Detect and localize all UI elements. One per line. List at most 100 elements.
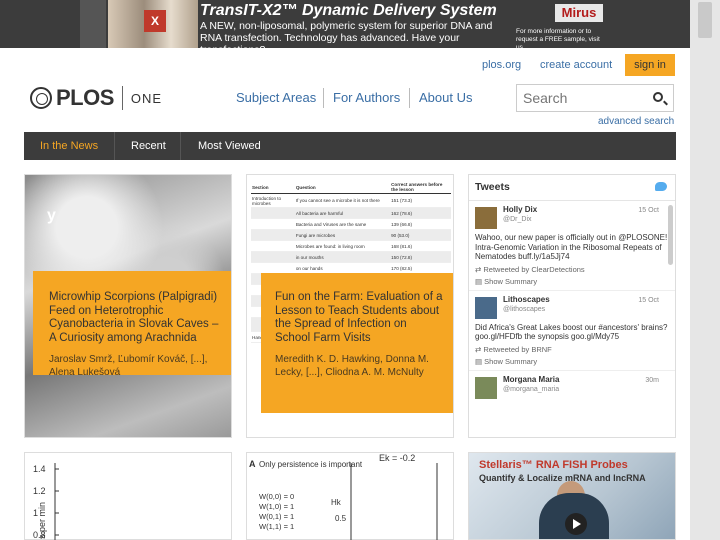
show-summary-label[interactable]: Show Summary <box>484 277 537 286</box>
banner-small-text: For more information or to request a FRE… <box>516 28 600 48</box>
table-row: Bacteria and Viruses are the same 139 (66… <box>251 218 451 230</box>
search-box <box>516 84 674 112</box>
table-cell: Fungi are microbes <box>294 229 391 241</box>
table-cell: Introduction to microbes <box>251 193 295 208</box>
advanced-search-link[interactable]: advanced search <box>598 116 674 127</box>
tweet-author-name[interactable]: Holly Dix <box>503 205 537 214</box>
y-tick-label: 0.5 <box>335 514 347 523</box>
article-tabs: In the News Recent Most Viewed <box>24 132 676 160</box>
plos-globe-icon <box>30 87 52 109</box>
figure-thumbnail: A Only persistence is important W(0,0) =… <box>249 453 438 540</box>
tab-recent[interactable]: Recent <box>131 132 166 160</box>
nav-divider <box>409 88 410 108</box>
tab-in-the-news[interactable]: In the News <box>40 132 98 160</box>
article-summary-box[interactable]: Fun on the Farm: Evaluation of a Lesson … <box>261 273 453 413</box>
table-cell: 168 (81.6) <box>390 240 451 252</box>
equation-line: W(1,1) = 1 <box>259 522 294 531</box>
tweet-author-handle[interactable]: @lithoscapes <box>503 306 545 313</box>
table-cell: If you cannot see a microbe it is not th… <box>294 193 391 208</box>
tweet-author-name[interactable]: Lithoscapes <box>503 295 550 304</box>
banner-x-mark: X <box>144 10 166 32</box>
banner-description: A NEW, non-liposomal, polymeric system f… <box>200 20 493 48</box>
table-cell: in our mouths <box>294 251 391 263</box>
show-summary-link[interactable]: ▤ Show Summary <box>475 277 669 286</box>
nav-for-authors[interactable]: For Authors <box>333 90 400 105</box>
tweet-item[interactable]: Morgana Maria @morgana_maria 30m <box>469 371 675 401</box>
avatar[interactable] <box>475 296 497 319</box>
table-cell: 150 (72.8) <box>390 251 451 263</box>
sign-in-button[interactable]: sign in <box>625 54 675 76</box>
tweets-header: Tweets <box>469 175 675 201</box>
table-cell <box>251 240 295 252</box>
play-icon[interactable] <box>565 513 587 535</box>
tweet-author-handle[interactable]: @Dr_Dix <box>503 216 532 223</box>
plos-org-link[interactable]: plos.org <box>482 59 521 71</box>
ek-label: Ek = -0.2 <box>379 453 415 463</box>
table-row: in our mouths 150 (72.8) <box>251 251 451 263</box>
tab-most-viewed[interactable]: Most Viewed <box>198 132 261 160</box>
tweet-date[interactable]: 15 Oct <box>638 207 659 214</box>
stellaris-ad[interactable]: Stellaris™ RNA FISH Probes Quantify & Lo… <box>468 452 676 540</box>
article-card-microwhip[interactable]: y Microwhip Scorpions (Palpigradi) Feed … <box>24 174 232 438</box>
show-summary-label[interactable]: Show Summary <box>484 357 537 366</box>
logo-journal: ONE <box>130 90 163 106</box>
scrollbar-thumb[interactable] <box>698 2 712 38</box>
tweet-author-handle[interactable]: @morgana_maria <box>503 386 559 393</box>
avatar[interactable] <box>475 207 497 229</box>
article-authors: Jaroslav Smrž, Ľubomír Kováč, [...], Ale… <box>49 354 208 378</box>
figure-heading: Only persistence is important <box>259 460 363 469</box>
table-cell: Microbes are found: in living room <box>294 240 391 252</box>
retweet-label: Retweeted by ClearDetections <box>483 264 585 274</box>
nav-about-us[interactable]: About Us <box>419 90 472 105</box>
table-cell: 170 (82.5) <box>390 262 451 274</box>
avatar[interactable] <box>475 376 497 399</box>
search-icon[interactable] <box>653 92 663 102</box>
tweet-date[interactable]: 30m <box>645 377 659 384</box>
table-row: Microbes are found: in living room 168 (8… <box>251 240 451 252</box>
logo-separator <box>121 86 123 110</box>
chart-thumbnail: 1.41.210.8 s per min <box>33 463 59 540</box>
equation-line: W(0,1) = 1 <box>259 512 294 521</box>
search-input[interactable] <box>517 85 637 111</box>
retweet-info: ⇄ Retweeted by ClearDetections <box>475 265 669 274</box>
summary-icon: ▤ <box>475 356 485 366</box>
logo-word: PLOS <box>56 85 114 110</box>
tweet-item[interactable]: Holly Dix @Dr_Dix 15 Oct Wahoo, our new … <box>469 201 675 291</box>
tweet-item[interactable]: Lithoscapes @lithoscapes 15 Oct Did Afri… <box>469 291 675 371</box>
y-tick-label: 1.4 <box>33 464 46 474</box>
ad-headline: Stellaris™ RNA FISH Probes <box>479 459 628 471</box>
tweet-date[interactable]: 15 Oct <box>638 297 659 304</box>
article-card-farm[interactable]: Section Question Correct answers before th… <box>246 174 454 438</box>
article-title[interactable]: Fun on the Farm: Evaluation of a Lesson … <box>275 291 443 345</box>
article-authors: Meredith K. D. Hawking, Donna M. Lecky, … <box>275 354 429 378</box>
tweets-widget: Tweets Holly Dix @Dr_Dix 15 Oct Wahoo, o… <box>468 174 676 438</box>
summary-icon: ▤ <box>475 276 485 286</box>
plos-one-logo[interactable]: PLOS ONE <box>30 84 162 112</box>
show-summary-link[interactable]: ▤ Show Summary <box>475 357 669 366</box>
article-title[interactable]: Microwhip Scorpions (Palpigradi) Feed on… <box>49 291 219 345</box>
top-links: plos.org create account sign in <box>470 54 675 76</box>
table-cell <box>251 251 295 263</box>
top-banner-ad[interactable]: X TransIT-X2™ Dynamic Delivery System A … <box>0 0 690 48</box>
equation-lines: W(0,0) = 0W(1,0) = 1W(0,1) = 1W(1,1) = 1 <box>259 492 294 531</box>
banner-brand-logo: Mirus <box>555 4 603 22</box>
table-cell <box>251 207 295 219</box>
tweet-author-name[interactable]: Morgana Maria <box>503 375 559 384</box>
create-account-link[interactable]: create account <box>540 59 612 71</box>
panel-label: A <box>249 459 256 469</box>
article-card-chart[interactable]: 1.4 1.2 1 0.8 s per min <box>24 452 232 540</box>
table-cell <box>251 262 295 274</box>
nav-subject-areas[interactable]: Subject Areas <box>236 90 316 105</box>
article-card-figure[interactable]: A Only persistence is important W(0,0) =… <box>246 452 454 540</box>
vertical-scrollbar[interactable] <box>690 0 720 540</box>
table-row: on our hands 170 (82.5) <box>251 262 451 274</box>
table-header: Section <box>251 181 295 194</box>
article-summary-box[interactable]: Microwhip Scorpions (Palpigradi) Feed on… <box>33 271 231 378</box>
y-axis-label: s per min <box>37 502 47 539</box>
retweet-info: ⇄ Retweeted by BRNF <box>475 345 669 354</box>
table-cell: 139 (66.8) <box>390 218 451 230</box>
twitter-bird-icon[interactable] <box>655 182 667 191</box>
table-cell: 151 (73.3) <box>390 193 451 208</box>
y-axis-label: Hk <box>331 498 342 507</box>
banner-side-stripe <box>80 0 106 48</box>
